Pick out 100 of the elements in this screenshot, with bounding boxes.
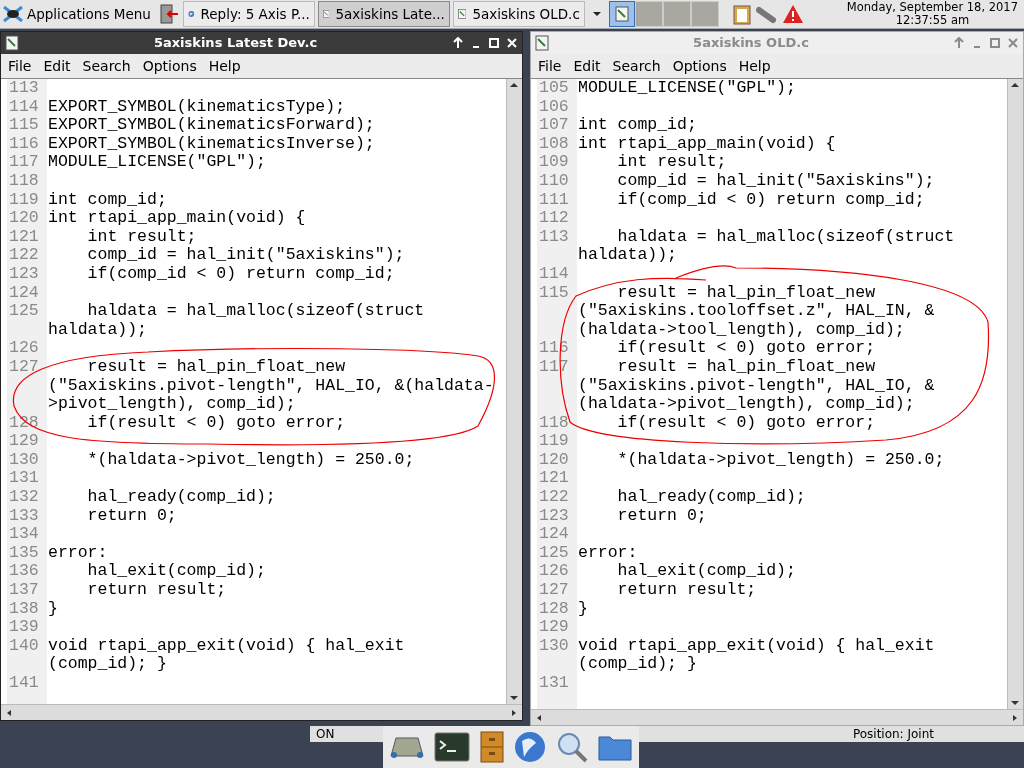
code-line: return 0;: [86, 505, 177, 525]
document-icon: [614, 6, 629, 22]
code-line: error:: [47, 542, 108, 562]
workspace-thumbnail[interactable]: [608, 1, 635, 27]
code-line: if(comp_id < 0) return comp_id;: [616, 189, 925, 209]
folder-icon[interactable]: [598, 733, 632, 761]
warning-icon[interactable]: [781, 4, 804, 24]
line-number: 105: [539, 79, 569, 97]
line-number: 114: [539, 263, 569, 283]
window-title: 5axiskins OLD.c: [692, 34, 810, 53]
code-line: hal_ready(comp_id);: [86, 487, 276, 507]
search-icon[interactable]: [556, 731, 588, 763]
line-number: 123: [539, 505, 569, 525]
line-number: 111: [539, 189, 569, 209]
document-icon: [457, 6, 467, 22]
clipboard-icon[interactable]: [731, 3, 752, 25]
line-number: 121: [539, 468, 569, 488]
document-icon: [5, 35, 19, 51]
line-number: 132: [9, 487, 39, 507]
line-number: 135: [9, 542, 39, 562]
code-line: return result;: [616, 580, 757, 600]
code-line: (comp_id); }: [47, 654, 167, 674]
horizontal-scrollbar[interactable]: [1, 704, 522, 720]
taskbar-button[interactable]: Reply: 5 Axis P...: [182, 1, 315, 27]
status-text: ON: [315, 727, 335, 741]
line-number: 113: [539, 226, 569, 246]
line-number: 118: [539, 412, 569, 432]
code-line: (haldata->pivot_length), comp_id);: [577, 394, 915, 414]
code-line: }: [47, 598, 58, 618]
menu-item[interactable]: Help: [733, 55, 776, 77]
code-line: return 0;: [616, 505, 707, 525]
line-number: 138: [9, 598, 39, 618]
menu-item[interactable]: Options: [667, 55, 732, 77]
line-number: 107: [539, 115, 569, 135]
code-line: ("5axiskins.pivot-length", HAL_IO, &(haldata-: [47, 375, 494, 395]
line-number: 122: [9, 245, 39, 265]
code-line: if(result < 0) goto error;: [86, 412, 346, 432]
drive-icon[interactable]: [390, 734, 424, 760]
code-line: hal_ready(comp_id);: [616, 487, 806, 507]
line-number: 140: [9, 635, 39, 655]
line-number: 119: [539, 431, 569, 451]
horizontal-scrollbar[interactable]: [531, 709, 1023, 725]
line-number: 112: [539, 208, 569, 228]
code-line: return result;: [86, 580, 227, 600]
code-line: int result;: [86, 226, 197, 246]
line-number: 117: [9, 152, 39, 172]
code-line: (haldata->tool_length), comp_id);: [577, 319, 905, 339]
code-line: void rtapi_app_exit(void) { hal_exit: [47, 635, 405, 655]
menu-item[interactable]: Options: [137, 55, 202, 77]
line-number: 119: [9, 189, 39, 209]
line-number: 115: [539, 282, 569, 302]
code-line: if(result < 0) goto error;: [616, 338, 876, 358]
code-line: comp_id = hal_init("5axiskins");: [616, 170, 935, 190]
menu-item[interactable]: Search: [77, 55, 136, 77]
clock-date: Monday, September 18, 2017: [846, 1, 1018, 14]
logout-icon[interactable]: [157, 3, 180, 25]
code-line: haldata = hal_malloc(sizeof(struct: [616, 226, 955, 246]
line-number: 122: [539, 487, 569, 507]
line-number: 130: [539, 635, 569, 655]
menu-item[interactable]: Edit: [38, 55, 76, 77]
line-number: 125: [539, 542, 569, 562]
vertical-scrollbar[interactable]: [1007, 79, 1023, 709]
code-line: EXPORT_SYMBOL(kinematicsInverse);: [47, 133, 375, 153]
taskbar-button[interactable]: 5axiskins OLD.c: [452, 1, 585, 27]
line-number: 118: [9, 170, 39, 190]
document-icon: [535, 35, 549, 51]
code-line: ("5axiskins.pivot-length", HAL_IO, &: [577, 375, 935, 395]
code-line: MODULE_LICENSE("GPL");: [47, 152, 266, 172]
code-line: haldata));: [47, 319, 148, 339]
code-line: *(haldata->pivot_length) = 250.0;: [86, 449, 415, 469]
line-number: 109: [539, 152, 569, 172]
line-number: 126: [9, 338, 39, 358]
code-line: int rtapi_app_main(void) {: [577, 133, 836, 153]
applications-menu-button[interactable]: Applications Menu: [2, 3, 155, 25]
code-line: haldata));: [577, 245, 678, 265]
code-line: int comp_id;: [577, 115, 697, 135]
menu-item[interactable]: Edit: [568, 55, 606, 77]
filing-cabinet-icon[interactable]: [480, 731, 504, 763]
line-number: 137: [9, 580, 39, 600]
line-number: 121: [9, 226, 39, 246]
line-number: 108: [539, 133, 569, 153]
code-line: int comp_id;: [47, 189, 167, 209]
line-number: 124: [9, 282, 39, 302]
line-number: 116: [9, 133, 39, 153]
menu-item[interactable]: Help: [203, 55, 246, 77]
vertical-scrollbar[interactable]: [506, 79, 522, 704]
menu-item[interactable]: Search: [607, 55, 666, 77]
code-line: result = hal_pin_float_new: [616, 356, 876, 376]
code-line: EXPORT_SYMBOL(kinematicsType);: [47, 96, 346, 116]
taskbar-button[interactable]: 5axiskins Late...: [317, 1, 450, 27]
line-number: 129: [9, 431, 39, 451]
code-line: if(result < 0) goto error;: [616, 412, 876, 432]
code-line: hal_exit(comp_id);: [616, 561, 796, 581]
line-number: 129: [539, 617, 569, 637]
line-number: 124: [539, 524, 569, 544]
terminal-icon[interactable]: [434, 732, 470, 762]
menu-item[interactable]: File: [3, 55, 37, 77]
menu-item[interactable]: File: [533, 55, 567, 77]
line-number: 125: [9, 301, 39, 321]
line-number: 106: [539, 96, 569, 116]
